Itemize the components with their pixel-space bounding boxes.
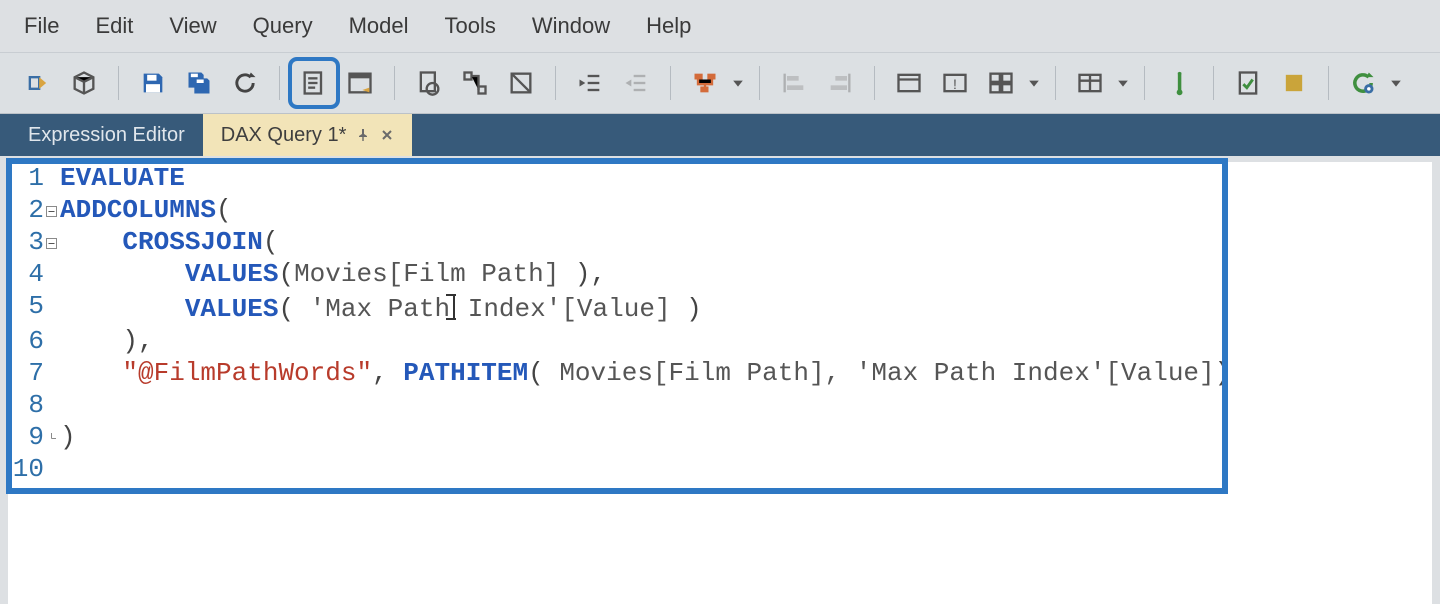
line-number: 8 (8, 389, 44, 421)
save-all-icon[interactable] (179, 63, 219, 103)
properties-icon[interactable] (501, 63, 541, 103)
code-line[interactable]: ADDCOLUMNS( (60, 194, 1432, 226)
execute-dropdown[interactable] (1389, 63, 1403, 103)
new-query-icon[interactable] (294, 63, 334, 103)
outdent-icon[interactable] (616, 63, 656, 103)
fold-gutter[interactable] (44, 357, 60, 389)
diagram-icon[interactable] (455, 63, 495, 103)
toolbar-separator (759, 66, 760, 100)
toolbar-separator (670, 66, 671, 100)
fold-gutter[interactable] (44, 194, 60, 226)
refresh-icon[interactable] (225, 63, 265, 103)
line-number: 3 (8, 226, 44, 258)
line-number: 2 (8, 194, 44, 226)
close-icon[interactable] (380, 128, 394, 142)
deploy-icon[interactable] (64, 63, 104, 103)
save-icon[interactable] (133, 63, 173, 103)
fold-gutter[interactable] (44, 453, 60, 485)
line-number: 5 (8, 290, 44, 325)
stop-icon[interactable] (1274, 63, 1314, 103)
line-number: 1 (8, 162, 44, 194)
run-icon[interactable] (1159, 63, 1199, 103)
toolbar: ! (0, 53, 1440, 114)
relationship-dropdown[interactable] (731, 63, 745, 103)
toolbar-separator (1213, 66, 1214, 100)
toolbar-separator (874, 66, 875, 100)
menu-bar: File Edit View Query Model Tools Window … (0, 0, 1440, 53)
menu-model[interactable]: Model (341, 9, 417, 43)
menu-view[interactable]: View (161, 9, 224, 43)
fold-gutter[interactable] (44, 421, 60, 453)
manage-dropdown[interactable] (1027, 63, 1041, 103)
window-icon[interactable] (889, 63, 929, 103)
line-number: 9 (8, 421, 44, 453)
toolbar-separator (1055, 66, 1056, 100)
code-line[interactable]: VALUES(Movies[Film Path] ), (60, 258, 1432, 290)
text-cursor (450, 294, 452, 320)
tab-label: DAX Query 1* (221, 124, 347, 147)
toolbar-separator (279, 66, 280, 100)
editor-container: 1 EVALUATE 2 ADDCOLUMNS( 3 CROSSJOIN( 4 VALUE… (0, 156, 1440, 604)
format-code-icon[interactable] (340, 63, 380, 103)
table-dropdown[interactable] (1116, 63, 1130, 103)
execute-icon[interactable] (1343, 63, 1383, 103)
menu-help[interactable]: Help (638, 9, 699, 43)
code-line[interactable]: "@FilmPathWords", PATHITEM( Movies[Film … (60, 357, 1432, 389)
toolbar-separator (1144, 66, 1145, 100)
code-line[interactable]: EVALUATE (60, 162, 1432, 194)
code-line[interactable]: ) (60, 421, 1432, 453)
menu-tools[interactable]: Tools (437, 9, 504, 43)
code-line[interactable]: ), (60, 325, 1432, 357)
toolbar-separator (394, 66, 395, 100)
fold-gutter[interactable] (44, 258, 60, 290)
fold-gutter[interactable] (44, 162, 60, 194)
code-line[interactable] (60, 453, 1432, 485)
warning-window-icon[interactable]: ! (935, 63, 975, 103)
menu-edit[interactable]: Edit (87, 9, 141, 43)
svg-text:!: ! (953, 76, 957, 92)
line-number: 6 (8, 325, 44, 357)
toolbar-separator (118, 66, 119, 100)
code-line[interactable]: VALUES( 'Max Path Index'[Value] ) (60, 290, 1432, 325)
script-icon[interactable] (409, 63, 449, 103)
menu-file[interactable]: File (16, 9, 67, 43)
tab-dax-query[interactable]: DAX Query 1* (203, 114, 413, 156)
tab-strip: Expression Editor DAX Query 1* (0, 114, 1440, 156)
fold-gutter[interactable] (44, 325, 60, 357)
indent-icon[interactable] (570, 63, 610, 103)
code-line[interactable] (60, 389, 1432, 421)
menu-window[interactable]: Window (524, 9, 618, 43)
line-number: 10 (8, 453, 44, 485)
align-right-icon[interactable] (820, 63, 860, 103)
connect-icon[interactable] (18, 63, 58, 103)
fold-gutter[interactable] (44, 226, 60, 258)
code-line[interactable]: CROSSJOIN( (60, 226, 1432, 258)
pin-icon[interactable] (356, 128, 370, 142)
toolbar-separator (1328, 66, 1329, 100)
code-editor[interactable]: 1 EVALUATE 2 ADDCOLUMNS( 3 CROSSJOIN( 4 VALUE… (8, 162, 1432, 604)
manage-icon[interactable] (981, 63, 1021, 103)
relationship-icon[interactable] (685, 63, 725, 103)
toolbar-separator (555, 66, 556, 100)
fold-gutter[interactable] (44, 389, 60, 421)
table-icon[interactable] (1070, 63, 1110, 103)
doc-check-icon[interactable] (1228, 63, 1268, 103)
line-number: 7 (8, 357, 44, 389)
align-left-icon[interactable] (774, 63, 814, 103)
line-number: 4 (8, 258, 44, 290)
tab-expression-editor[interactable]: Expression Editor (10, 114, 203, 156)
tab-label: Expression Editor (28, 124, 185, 147)
menu-query[interactable]: Query (245, 9, 321, 43)
fold-gutter[interactable] (44, 290, 60, 325)
